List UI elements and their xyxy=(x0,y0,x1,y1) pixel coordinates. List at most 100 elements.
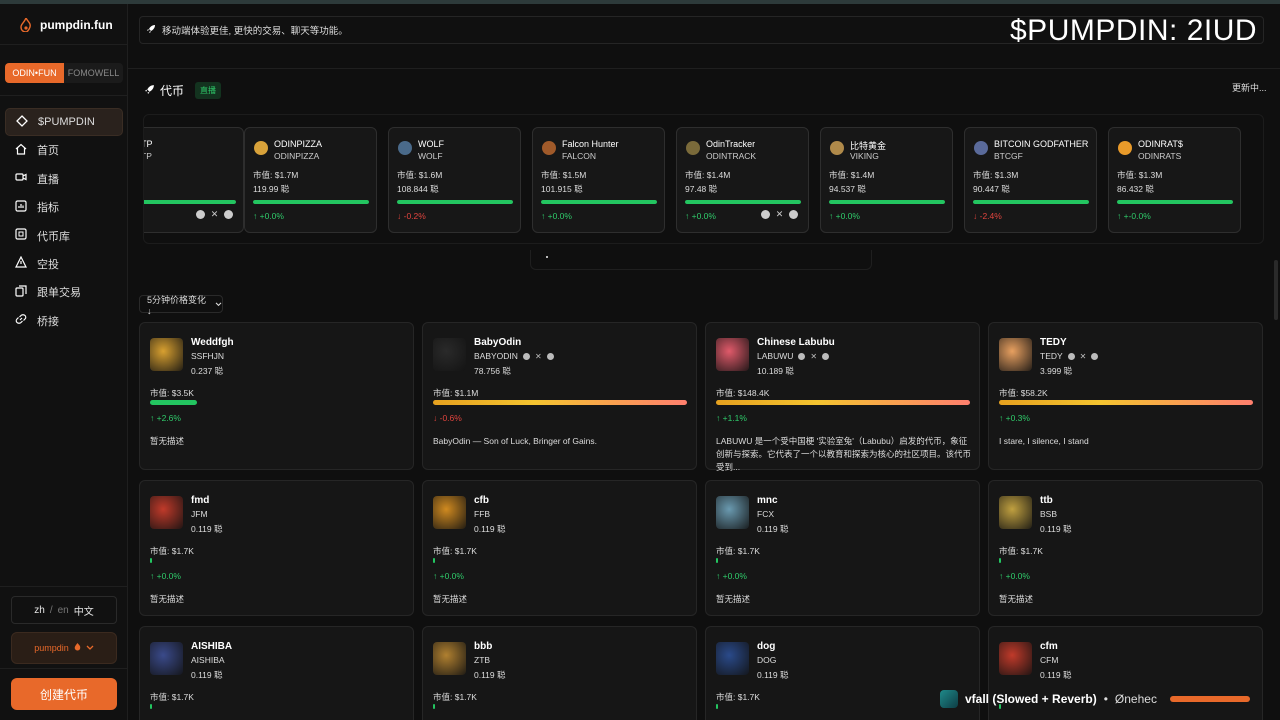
progress-bar xyxy=(253,200,369,204)
sidebar-item-label: 首页 xyxy=(37,145,59,158)
market-cap: 市值: $1.3M xyxy=(1117,170,1163,180)
rocket-icon xyxy=(146,24,156,37)
playback-progress[interactable] xyxy=(1169,696,1250,702)
token-image xyxy=(433,642,466,675)
page-scrollbar[interactable] xyxy=(1274,260,1278,320)
x-icon[interactable]: ✕ xyxy=(775,210,784,219)
home-icon xyxy=(15,143,27,158)
token-card[interactable]: mnc FCX 0.119 聪市值: $1.7K ↑ +0.0% 暂无描述 xyxy=(705,480,980,616)
token-symbol: FFB xyxy=(474,509,491,519)
market-cap: 市值: $1.5M xyxy=(541,170,587,180)
sidebar-item-1[interactable]: 首页 xyxy=(5,136,123,164)
token-price: 0.119 聪 xyxy=(191,524,223,534)
token-card[interactable]: AISHIBA AISHIBA 0.119 聪市值: $1.7K xyxy=(139,626,414,720)
ticker-card[interactable]: 比特黄金 VIKING 市值: $1.4M 94.537 聪 ↑ +0.0% xyxy=(820,127,953,233)
token-name: OdinTracker xyxy=(706,139,756,149)
sidebar-item-7[interactable]: 桥接 xyxy=(5,307,123,335)
ticker-card[interactable]: ODINPIZZA ODINPIZZA 市值: $1.7M 119.99 聪 ↑ +0.… xyxy=(244,127,377,233)
rocket-icon xyxy=(144,84,155,98)
x-icon[interactable]: ✕ xyxy=(210,210,219,219)
chart-icon xyxy=(15,200,27,215)
sidebar-item-6[interactable]: 跟单交易 xyxy=(5,278,123,306)
banner-text: 移动端体验更佳, 更快的交易、聊天等功能。 xyxy=(162,26,348,37)
globe-icon[interactable] xyxy=(546,352,554,360)
link-icon xyxy=(15,313,27,328)
progress-bar xyxy=(150,400,197,405)
token-card[interactable]: cfb FFB 0.119 聪市值: $1.7K ↑ +0.0% 暂无描述 xyxy=(422,480,697,616)
token-name: fmd xyxy=(191,495,210,506)
ticker-card[interactable]: BITCOIN GODFATHER BTCGF 市值: $1.3M 90.447 聪 ↓… xyxy=(964,127,1097,233)
token-name: Falcon Hunter xyxy=(562,139,619,149)
token-image xyxy=(999,642,1032,675)
sort-dropdown[interactable]: 5分钟价格变化↓ xyxy=(139,294,223,316)
telegram-icon[interactable] xyxy=(798,352,806,360)
lang-zh[interactable]: zh xyxy=(34,605,45,616)
globe-icon[interactable] xyxy=(789,210,798,219)
token-card[interactable]: ttb BSB 0.119 聪市值: $1.7K ↑ +0.0% 暂无描述 xyxy=(988,480,1263,616)
token-logo xyxy=(974,141,988,155)
token-price: 0.237 聪 xyxy=(191,366,224,376)
live-badge: 直播 xyxy=(195,82,222,99)
token-card[interactable]: Weddfgh SSFHJN 0.237 聪市值: $3.5K ↑ +2.6% 暂无描述 xyxy=(139,322,414,470)
token-card[interactable]: bbb ZTB 0.119 聪市值: $1.7K xyxy=(422,626,697,720)
token-price: 97.48 聪 xyxy=(685,184,718,194)
token-symbol-row: FCX xyxy=(757,509,774,519)
song-title: vfall (Slowed + Reverb) xyxy=(965,692,1097,706)
token-symbol-row: FFB xyxy=(474,509,490,519)
globe-icon[interactable] xyxy=(1091,352,1099,360)
token-name: ODINPIZZA xyxy=(274,139,323,149)
platform-odinfun[interactable]: ODIN•FUN xyxy=(5,63,64,83)
progress-bar xyxy=(999,400,1253,405)
tokens-section-title: 代币 直播 xyxy=(144,82,222,99)
telegram-icon[interactable] xyxy=(196,210,205,219)
market-cap: 市值: $148.4K xyxy=(716,388,770,398)
sort-label: 5分钟价格变化↓ xyxy=(147,294,207,316)
x-icon[interactable]: ✕ xyxy=(535,352,542,361)
token-card[interactable]: TEDY TEDY ✕ 3.999 聪市值: $58.2K ↑ +0.3% I stare… xyxy=(988,322,1263,470)
ticker-card[interactable]: TPTPM✕ xyxy=(144,127,244,233)
token-name: ODINRAT$ xyxy=(1138,139,1183,149)
scroll-dot xyxy=(546,256,548,258)
token-logo xyxy=(830,141,844,155)
ticker-card[interactable]: Falcon Hunter FALCON 市值: $1.5M 101.915 聪 ↑ +… xyxy=(532,127,665,233)
globe-icon[interactable] xyxy=(822,352,830,360)
sidebar-item-4[interactable]: 代币库 xyxy=(5,222,123,250)
ticker-card[interactable]: OdinTracker ODINTRACK 市值: $1.4M 97.48 聪 ↑ +0… xyxy=(676,127,809,233)
price-change: ↑ +0.0% xyxy=(433,571,464,581)
token-card[interactable]: Chinese Labubu LABUWU ✕ 10.189 聪市值: $148.4K… xyxy=(705,322,980,472)
sidebar-item-5[interactable]: 空投 xyxy=(5,250,123,278)
create-token-button[interactable]: 创建代币 xyxy=(11,678,117,710)
sidebar-item-3[interactable]: 指标 xyxy=(5,193,123,221)
ticker-card[interactable]: ODINRAT$ ODINRATS 市值: $1.3M 86.432 聪 ↑ +-0.0… xyxy=(1108,127,1241,233)
telegram-icon[interactable] xyxy=(761,210,770,219)
price-change: ↑ +-0.0% xyxy=(1117,211,1151,221)
x-icon[interactable]: ✕ xyxy=(810,352,817,361)
logo[interactable]: pumpdin.fun xyxy=(20,16,113,33)
airdrop-icon xyxy=(15,256,27,271)
token-name: BabyOdin xyxy=(474,337,522,348)
ticker-card[interactable]: WOLF WOLF 市值: $1.6M 108.844 聪 ↓ -0.2% xyxy=(388,127,521,233)
language-switch[interactable]: zh / en 中文 xyxy=(11,596,117,624)
platform-fomowell[interactable]: FOMOWELL xyxy=(64,63,123,83)
token-logo xyxy=(254,141,268,155)
sidebar-item-0[interactable]: $PUMPDIN xyxy=(5,108,123,136)
sidebar-item-2[interactable]: 直播 xyxy=(5,165,123,193)
globe-icon[interactable] xyxy=(224,210,233,219)
token-price: 0.119 聪 xyxy=(191,670,223,680)
token-card[interactable]: fmd JFM 0.119 聪市值: $1.7K ↑ +0.0% 暂无描述 xyxy=(139,480,414,616)
carousel-scroll-indicator[interactable] xyxy=(530,250,872,270)
token-symbol: ZTB xyxy=(474,655,491,665)
user-menu[interactable]: pumpdin xyxy=(11,632,117,664)
telegram-icon[interactable] xyxy=(522,352,530,360)
price-change: ↑ +0.0% xyxy=(999,571,1030,581)
token-name: cfm xyxy=(1040,641,1058,652)
token-name: mnc xyxy=(757,495,778,506)
lang-en[interactable]: en xyxy=(58,605,69,616)
token-ticker-carousel[interactable]: TPTPM✕ODINPIZZAODINPIZZA市值: $1.7M119.99 … xyxy=(143,114,1264,244)
token-card[interactable]: dog DOG 0.119 聪市值: $1.7K xyxy=(705,626,980,720)
x-icon[interactable]: ✕ xyxy=(1080,352,1087,361)
market-cap: 市值: $1.7K xyxy=(433,692,477,702)
telegram-icon[interactable] xyxy=(1067,352,1075,360)
token-card[interactable]: BabyOdin BABYODIN ✕ 78.756 聪市值: $1.1M ↓ -0.6… xyxy=(422,322,697,470)
music-player[interactable]: vfall (Slowed + Reverb) • Ønehec xyxy=(940,686,1280,712)
